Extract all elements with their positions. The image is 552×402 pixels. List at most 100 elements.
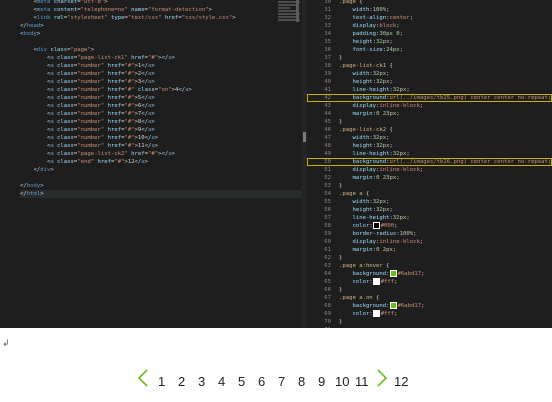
code-line: 62} [307,254,552,262]
line-number: 57 [324,215,331,221]
code-line: 68 background: #6abd17; [307,302,552,310]
page-link[interactable]: 10 [335,374,349,389]
code-line: 58 color: #000; [307,222,552,230]
line-number: 50 [324,159,331,165]
code-line: 67 .page a.on { [307,294,552,302]
chevron-right-icon [377,369,388,387]
line-number: 43 [324,103,331,109]
code-line: <a class="number" href="#">8</a> [20,119,155,125]
code-line: 56 height:32px; [307,206,552,214]
code-line: 55 width:32px; [307,198,552,206]
line-number: 69 [324,311,331,317]
color-swatch[interactable] [372,310,380,317]
code-line: 65 color: #fff; [307,278,552,286]
line-number: 39 [324,71,331,77]
line-number: 70 [324,319,331,325]
line-number: 66 [324,287,331,293]
page-link[interactable]: 9 [318,374,325,389]
code-line: </head> [20,23,44,29]
code-line: </body> [20,183,44,189]
line-number: 41 [324,87,331,93]
code-line: 57 line-height:32px; [307,214,552,222]
return-mark: ↲ [2,339,10,349]
code-line: <a class="page-list-ck1" href="#"></a> [20,55,175,61]
line-number: 31 [324,7,331,13]
line-number: 60 [324,239,331,245]
code-line: 42 background:url(../images/tb25.png) ce… [307,94,552,102]
page-link[interactable]: 3 [198,374,205,389]
code-line: 53} [307,182,552,190]
code-line: 54 .page a { [307,190,552,198]
line-number: 37 [324,55,331,61]
color-swatch[interactable] [389,302,397,309]
code-line: 69 color: #fff; [307,310,552,318]
line-number: 44 [324,111,331,117]
chevron-left-icon [137,369,148,387]
code-line: 45} [307,118,552,126]
line-number: 52 [324,175,331,181]
line-number: 51 [324,167,331,173]
page-link[interactable]: 11 [355,374,369,389]
line-number: 38 [324,63,331,69]
line-number: 42 [324,95,331,101]
page-link[interactable]: 4 [218,374,225,389]
code-line: <a class="number" href="#">9</a> [20,127,155,133]
code-line: 33 display:block; [307,22,552,30]
code-editor: <meta charset="utf-8"> <meta content="te… [0,0,552,328]
code-line: 44 margin:0 23px; [307,110,552,118]
code-line: 41 line-height:32px; [307,86,552,94]
color-swatch[interactable] [372,278,380,285]
code-line: <a class="number" href="#" class="on">4<… [20,87,192,93]
code-line: 71 [307,326,552,328]
code-line: 39 width:32px; [307,70,552,78]
code-line: 32 text-align:center; [307,14,552,22]
css-editor-pane[interactable]: 30 .page {31 width:100%; 32 text-align:cen… [307,0,552,328]
code-line: </html> [20,190,302,198]
line-number: 35 [324,39,331,45]
page-link[interactable]: 7 [278,374,285,389]
page-link[interactable]: 5 [238,374,245,389]
code-line: <a class="number" href="#">6</a> [20,103,155,109]
color-swatch[interactable] [389,270,397,277]
line-number: 56 [324,207,331,213]
code-line: 34 padding:30px 0; [307,30,552,38]
page-link[interactable]: 2 [178,374,185,389]
color-swatch[interactable] [372,222,380,229]
code-line: 49 line-height:32px; [307,150,552,158]
page-link-end[interactable]: 12 [394,374,408,389]
page-link[interactable]: 1 [158,374,165,389]
html-editor-pane[interactable]: <meta charset="utf-8"> <meta content="te… [0,0,302,328]
code-line: <a class="number" href="#">5</a> [20,95,155,101]
code-line: 38 .page-list-ck1 { [307,62,552,70]
prev-page-button[interactable] [137,369,149,387]
code-line: <div class="page"> [20,47,95,53]
code-line: <a class="number" href="#">2</a> [20,71,155,77]
page-link[interactable]: 6 [258,374,265,389]
code-line: 66} [307,286,552,294]
page-link[interactable]: 8 [298,374,305,389]
line-number: 59 [324,231,331,237]
code-line: 40 height:32px; [307,78,552,86]
code-line: <a class="number" href="#">11</a> [20,143,159,149]
next-page-button[interactable] [376,369,388,387]
code-line: 37} [307,54,552,62]
code-line: 46 .page-list-ck2 { [307,126,552,134]
line-number: 32 [324,15,331,21]
line-number: 71 [307,326,331,328]
line-number: 46 [324,127,331,133]
line-number: 36 [324,47,331,53]
code-line: <a class="end" href="#">12</a> [20,159,149,165]
line-number: 62 [324,255,331,261]
line-number: 49 [324,151,331,157]
code-line: 36 font-size:24px; [307,46,552,54]
line-number: 61 [324,247,331,253]
code-line: 70} [307,318,552,326]
html-code-lines: <meta charset="utf-8"> <meta content="te… [20,0,302,328]
code-line: 59 border-radius:100%; [307,230,552,238]
editor-scrollbar[interactable] [296,0,299,22]
code-line: 60 display:inline-block; [307,238,552,246]
code-line: <a class="number" href="#">3</a> [20,79,155,85]
line-number: 65 [324,279,331,285]
